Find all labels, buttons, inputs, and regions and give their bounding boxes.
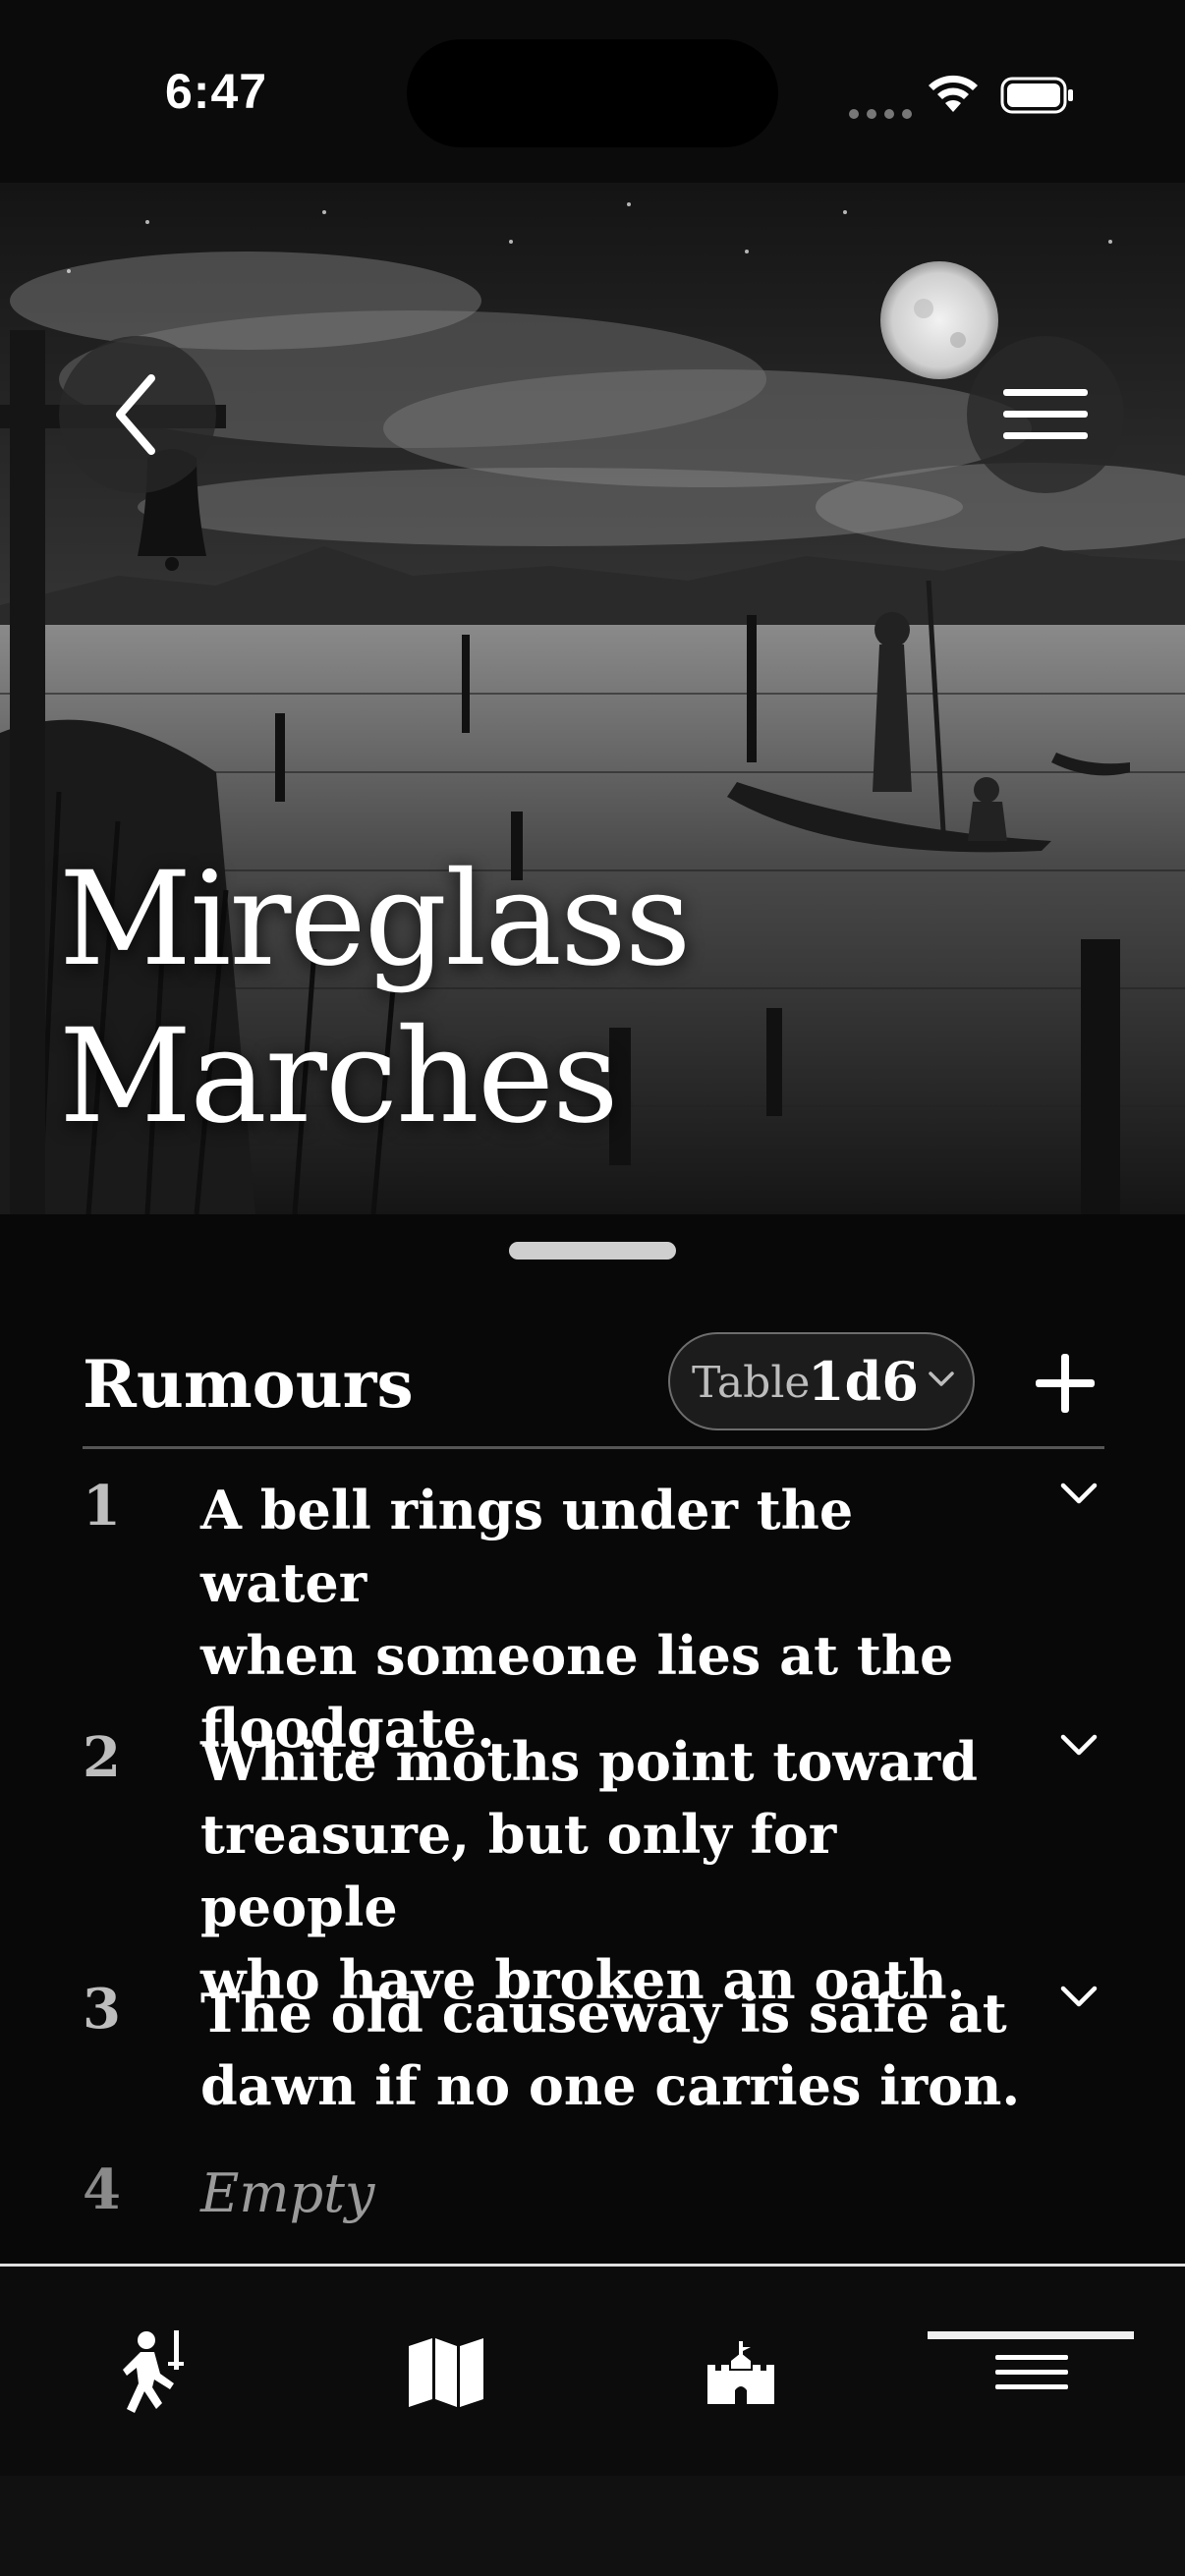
status-time: 6:47	[165, 64, 268, 119]
rumour-number: 4	[83, 2157, 121, 2222]
rumour-number: 2	[83, 1725, 121, 1790]
status-bar: 6:47	[0, 0, 1185, 183]
tab-bar	[0, 2264, 1185, 2479]
plus-icon	[1036, 1354, 1095, 1413]
chevron-left-icon	[116, 374, 155, 455]
section-title: Rumours	[83, 1346, 414, 1423]
chevron-down-icon[interactable]	[1059, 1731, 1099, 1759]
rumour-text: A bell rings under the water when someon…	[200, 1474, 1026, 1764]
map-icon	[409, 2338, 483, 2407]
rumour-empty-placeholder: Empty	[200, 2162, 375, 2224]
chevron-down-icon[interactable]	[1059, 1983, 1099, 2010]
rumour-number: 3	[83, 1977, 121, 2042]
tab-castle[interactable]	[593, 2267, 888, 2479]
page-title-line-2: Marches	[59, 1001, 619, 1152]
dynamic-island	[407, 39, 778, 147]
rumour-text: White moths point toward treasure, but o…	[200, 1725, 1026, 2016]
rumour-text-line: dawn if no one carries iron.	[200, 2054, 1021, 2117]
add-rumour-button[interactable]	[1026, 1344, 1104, 1423]
tab-map[interactable]	[299, 2267, 593, 2479]
wifi-icon	[929, 75, 978, 112]
adventurer-icon	[123, 2330, 184, 2413]
rumour-text-line: The old causeway is safe at	[200, 1982, 1007, 2044]
hero-image: Mireglass Marches	[0, 183, 1185, 1214]
menu-button[interactable]	[967, 336, 1124, 493]
rumour-row-2[interactable]: 2 White moths point toward treasure, but…	[83, 1725, 1104, 2011]
signal-icon	[849, 104, 920, 123]
table-dice-selector[interactable]: Table 1d6	[668, 1332, 975, 1430]
sheet-grabber[interactable]	[509, 1242, 676, 1260]
rumour-row-1[interactable]: 1 A bell rings under the water when some…	[83, 1474, 1104, 1760]
tab-list[interactable]	[884, 2267, 1179, 2479]
rumour-text-line: White moths point toward	[200, 1730, 979, 1793]
hamburger-icon	[1003, 389, 1088, 439]
table-label: Table	[692, 1358, 811, 1408]
header-divider	[83, 1446, 1104, 1449]
rumour-text-line: A bell rings under the water	[200, 1479, 854, 1614]
rumour-number: 1	[83, 1474, 121, 1539]
rumours-header: Rumours Table 1d6	[83, 1326, 1104, 1444]
rumour-text-line: treasure, but only for people	[200, 1803, 837, 1938]
page-title-line-1: Mireglass	[59, 844, 691, 995]
back-button[interactable]	[59, 336, 216, 493]
page-title: Mireglass Marches	[59, 841, 691, 1155]
rumour-text-line: when someone lies at the	[200, 1624, 954, 1687]
list-icon	[995, 2355, 1068, 2389]
chevron-down-icon[interactable]	[1059, 1480, 1099, 1507]
rumour-text: The old causeway is safe at dawn if no o…	[200, 1977, 1026, 2122]
battery-icon	[1000, 77, 1073, 114]
tab-adventurer[interactable]	[4, 2267, 299, 2479]
rumour-row-3[interactable]: 3 The old causeway is safe at dawn if no…	[83, 1977, 1104, 2134]
table-dice-value: 1d6	[808, 1350, 919, 1413]
rumour-row-4[interactable]: 4 Empty	[83, 2157, 1104, 2236]
home-indicator-area	[0, 2476, 1185, 2576]
chevron-down-icon	[929, 1372, 954, 1386]
castle-icon	[707, 2341, 774, 2404]
